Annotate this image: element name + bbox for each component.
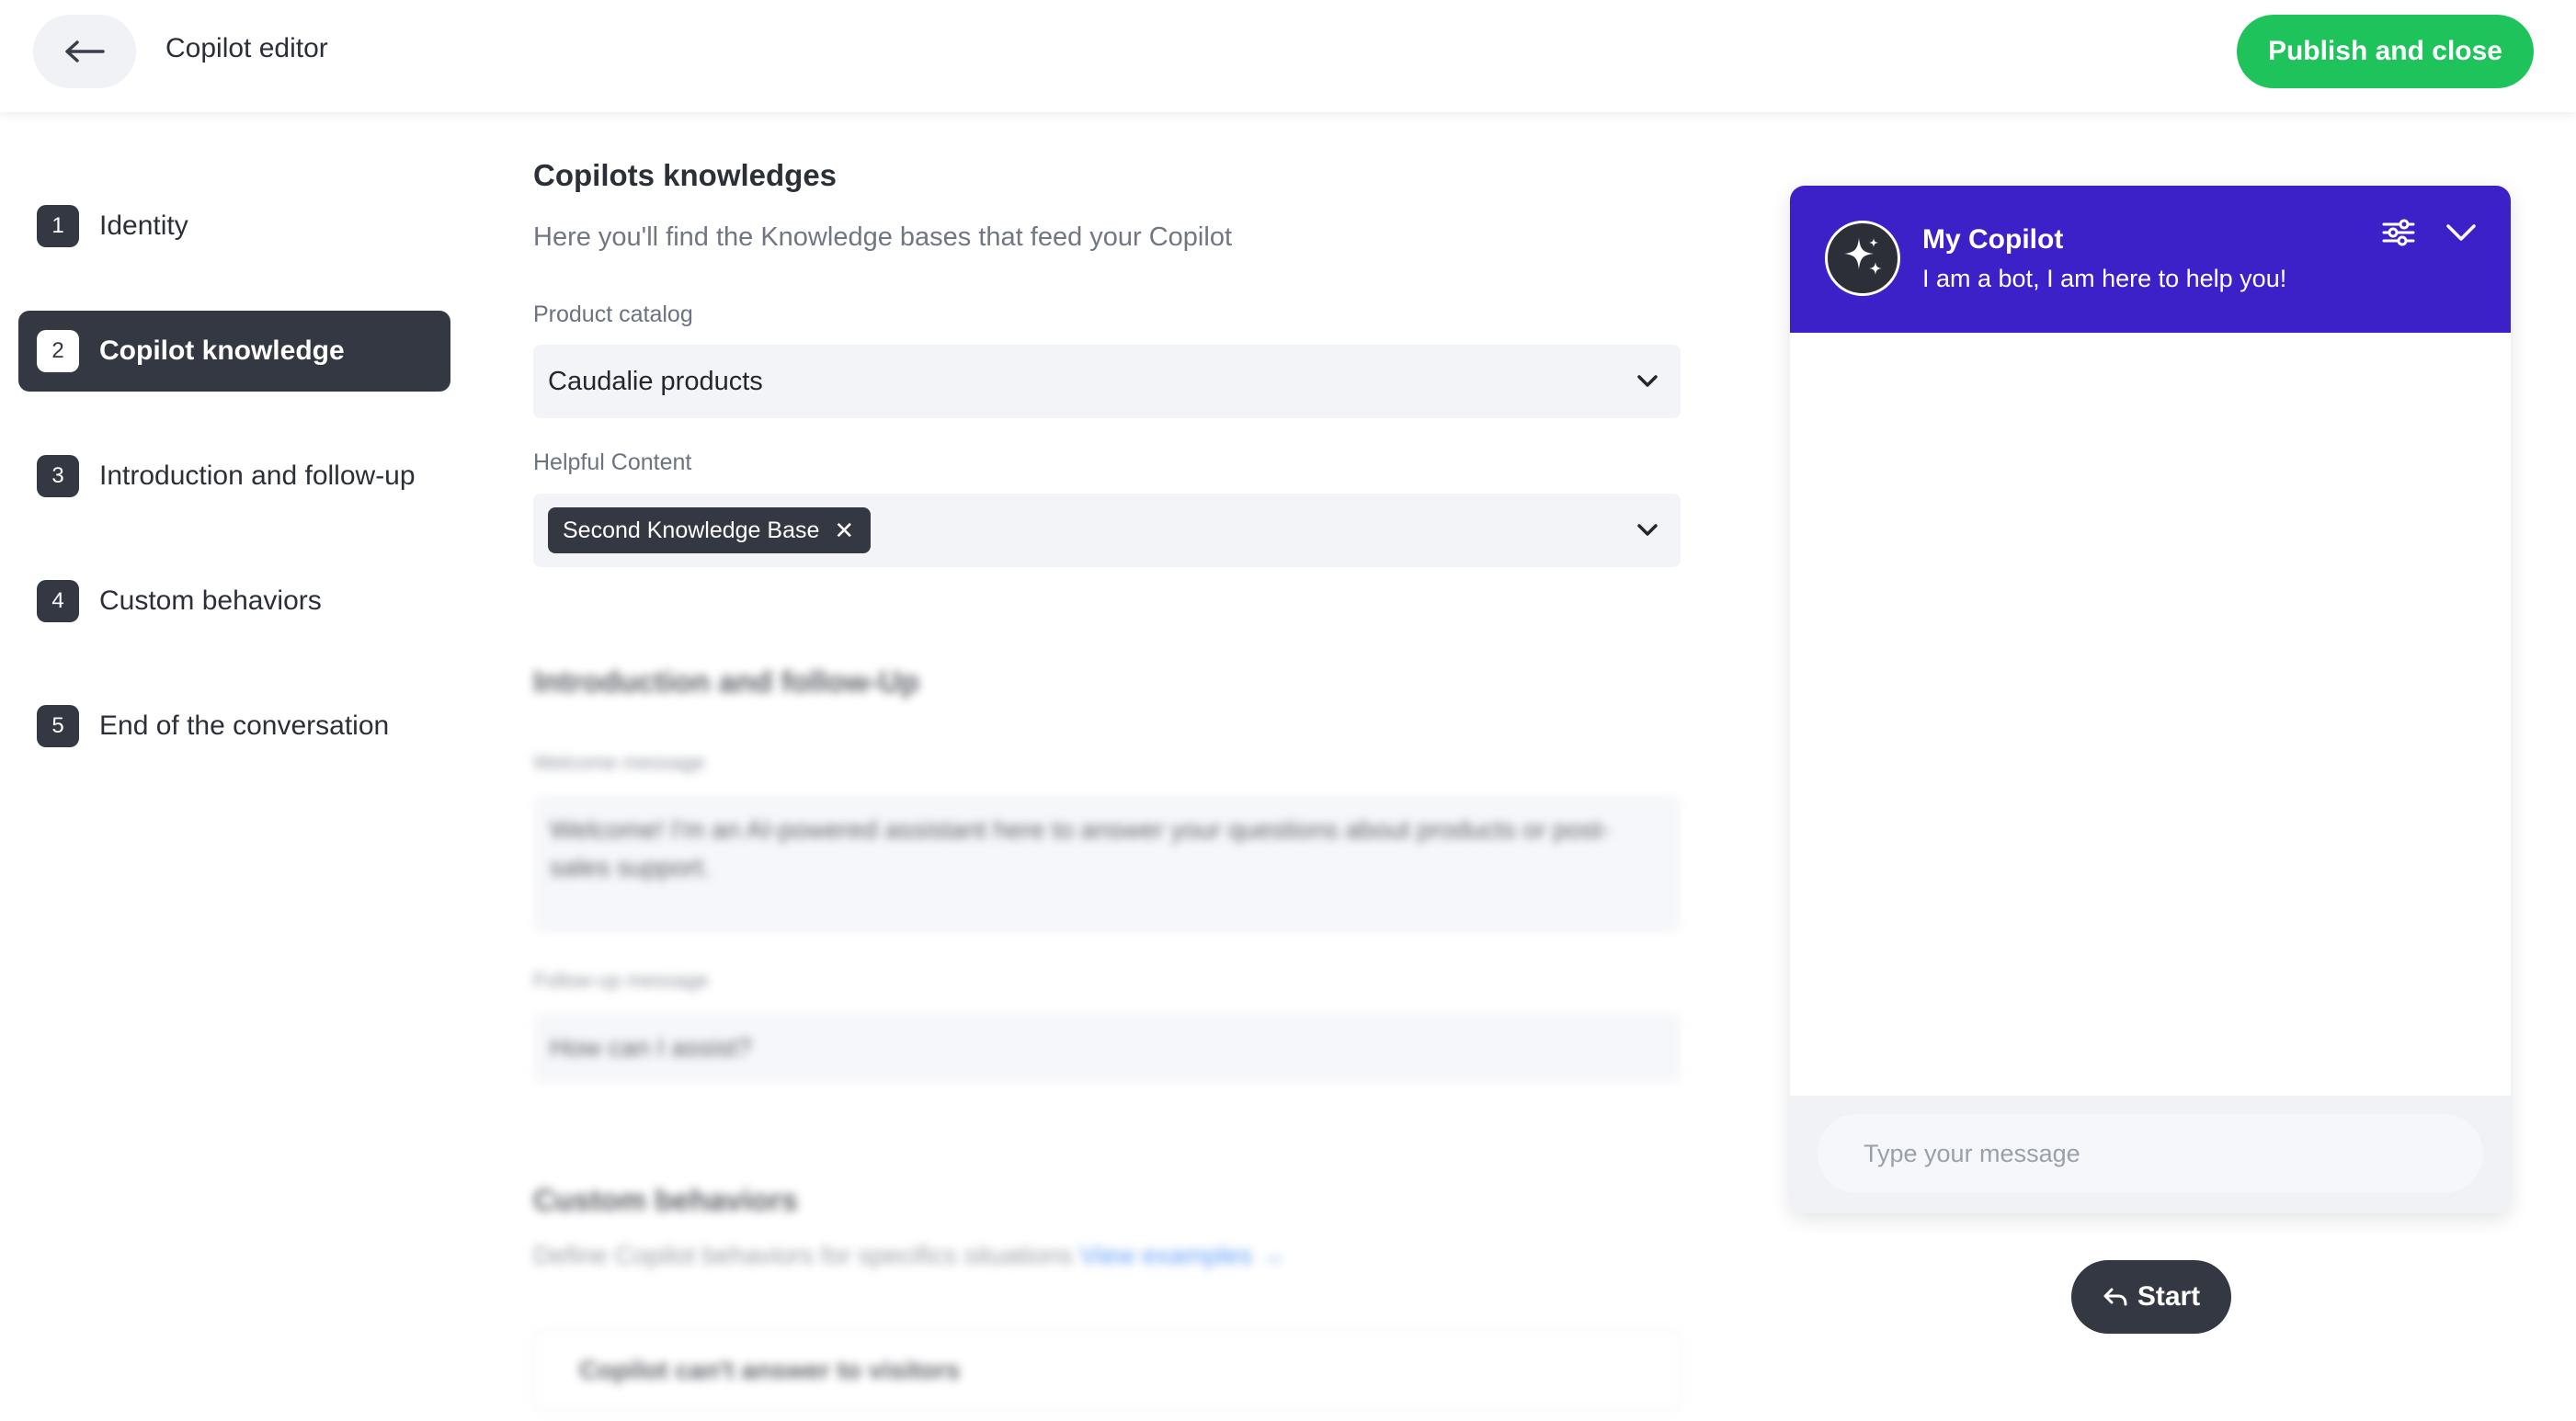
step-label: Identity bbox=[99, 210, 188, 241]
step-number: 5 bbox=[37, 705, 79, 747]
behaviors-subtitle-text: Define Copilot behaviors for specifics s… bbox=[533, 1241, 1073, 1269]
chat-message-input[interactable] bbox=[1818, 1114, 2483, 1193]
step-introduction-and-follow-up[interactable]: 3 Introduction and follow-up bbox=[18, 436, 450, 517]
arrow-left-icon bbox=[65, 40, 105, 63]
step-label: Copilot knowledge bbox=[99, 335, 345, 366]
helpful-content-label: Helpful Content bbox=[533, 449, 692, 475]
followup-message-field[interactable]: How can I assist? bbox=[533, 1013, 1681, 1083]
step-label: Custom behaviors bbox=[99, 585, 322, 616]
step-number: 2 bbox=[37, 330, 79, 372]
product-catalog-select[interactable]: Caudalie products bbox=[533, 345, 1681, 418]
start-button[interactable]: Start bbox=[2071, 1260, 2231, 1334]
followup-message-label: Follow-up message bbox=[533, 969, 709, 992]
editor-form: Copilots knowledges Here you'll find the… bbox=[533, 0, 1681, 1421]
step-identity[interactable]: 1 Identity bbox=[18, 186, 450, 267]
page-title: Copilot editor bbox=[165, 33, 328, 63]
start-button-label: Start bbox=[2137, 1281, 2201, 1312]
welcome-message-field[interactable]: Welcome! I'm an AI-powered assistant her… bbox=[533, 795, 1681, 933]
copilot-tagline: I am a bot, I am here to help you! bbox=[1922, 265, 2287, 292]
chat-header: My Copilot I am a bot, I am here to help… bbox=[1790, 186, 2511, 333]
chevron-down-icon[interactable] bbox=[2445, 219, 2478, 246]
copilot-avatar bbox=[1825, 221, 1900, 296]
step-number: 3 bbox=[37, 455, 79, 497]
copilot-name: My Copilot bbox=[1922, 224, 2064, 255]
intro-section-title: Introduction and follow-Up bbox=[533, 665, 919, 699]
step-number: 1 bbox=[37, 205, 79, 247]
steps-sidebar: 1 Identity 2 Copilot knowledge 3 Introdu… bbox=[18, 186, 450, 811]
tag-label: Second Knowledge Base bbox=[563, 517, 820, 543]
back-button[interactable] bbox=[33, 15, 136, 88]
behavior-card[interactable]: Copilot can't answer to visitors bbox=[533, 1329, 1681, 1412]
close-icon[interactable]: ✕ bbox=[834, 517, 854, 545]
view-examples-link[interactable]: View examples → bbox=[1080, 1241, 1286, 1269]
sparkle-icon bbox=[1844, 238, 1882, 275]
welcome-message-label: Welcome message bbox=[533, 751, 705, 774]
behaviors-section-subtitle: Define Copilot behaviors for specifics s… bbox=[533, 1241, 1285, 1270]
behaviors-section-title: Custom behaviors bbox=[533, 1183, 798, 1217]
behavior-card-title: Copilot can't answer to visitors bbox=[579, 1356, 961, 1384]
reply-arrow-icon bbox=[2103, 1288, 2127, 1306]
product-catalog-value: Caudalie products bbox=[548, 366, 763, 396]
publish-and-close-button[interactable]: Publish and close bbox=[2236, 15, 2534, 88]
helpful-content-select[interactable]: Second Knowledge Base ✕ bbox=[533, 494, 1681, 567]
chat-messages-area bbox=[1790, 333, 2511, 1096]
chevron-down-icon bbox=[1637, 524, 1658, 536]
step-custom-behaviors[interactable]: 4 Custom behaviors bbox=[18, 561, 450, 642]
sliders-icon[interactable] bbox=[2382, 217, 2415, 248]
knowledge-section-subtitle: Here you'll find the Knowledge bases tha… bbox=[533, 222, 1233, 252]
chat-footer bbox=[1790, 1096, 2511, 1213]
step-label: End of the conversation bbox=[99, 710, 390, 741]
product-catalog-label: Product catalog bbox=[533, 301, 693, 327]
step-label: Introduction and follow-up bbox=[99, 460, 416, 491]
step-end-of-the-conversation[interactable]: 5 End of the conversation bbox=[18, 686, 450, 767]
step-number: 4 bbox=[37, 580, 79, 622]
top-bar: Copilot editor Publish and close bbox=[0, 0, 2576, 112]
chat-preview: My Copilot I am a bot, I am here to help… bbox=[1790, 186, 2511, 1213]
knowledge-base-tag: Second Knowledge Base ✕ bbox=[548, 507, 872, 553]
knowledge-section-title: Copilots knowledges bbox=[533, 158, 838, 192]
chevron-down-icon bbox=[1637, 375, 1658, 387]
step-copilot-knowledge[interactable]: 2 Copilot knowledge bbox=[18, 311, 450, 392]
